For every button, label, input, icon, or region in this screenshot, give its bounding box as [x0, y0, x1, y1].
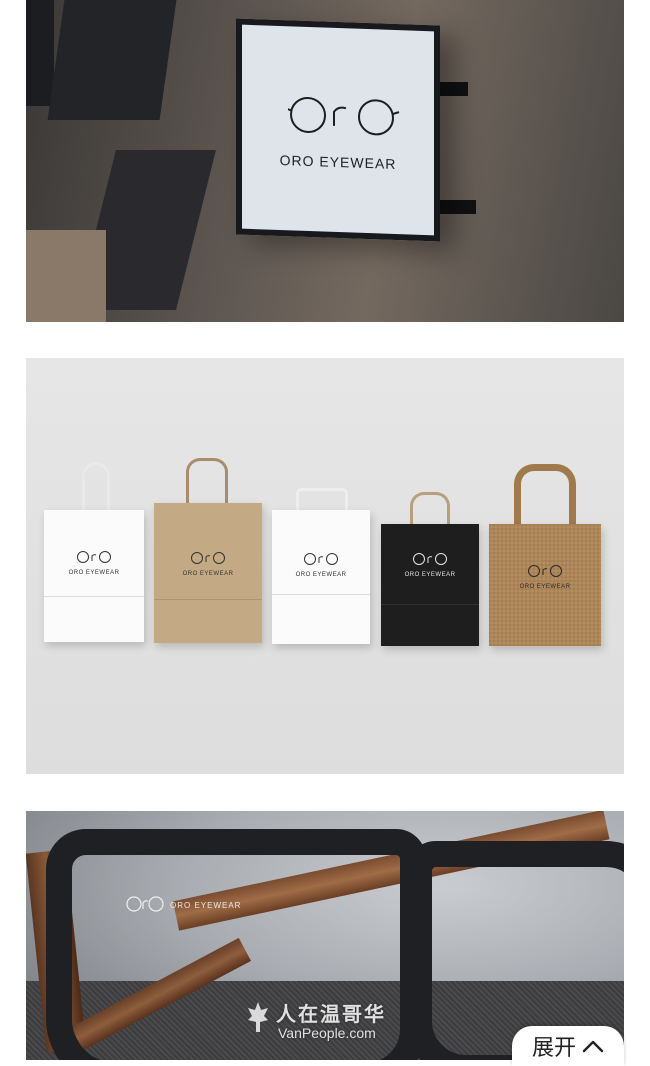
bag-label: ORO EYEWEAR [295, 572, 347, 578]
oro-logo-icon [528, 565, 562, 577]
bag-label: ORO EYEWEAR [68, 570, 120, 576]
sign-bracket [436, 200, 476, 214]
lens-print-text: ORO EYEWEAR [170, 901, 242, 910]
watermark-english: VanPeople.com [278, 1025, 376, 1041]
sign-board: ORO EYEWEAR [236, 18, 440, 242]
expand-button-label: 展开 [531, 1035, 576, 1060]
bag-handle [296, 488, 348, 512]
oro-logo-icon [304, 553, 338, 565]
bag-label: ORO EYEWEAR [182, 571, 234, 577]
oro-logo-icon [413, 553, 447, 565]
expand-button[interactable]: 展开 [512, 1026, 624, 1066]
bag-black-4: ORO EYEWEAR [381, 524, 479, 646]
bag-white-1: ORO EYEWEAR [44, 510, 144, 642]
bag-handle [186, 458, 228, 508]
building-eave [47, 0, 177, 120]
bag-handle [514, 464, 576, 528]
oro-logo-icon [77, 551, 111, 563]
bag-label: ORO EYEWEAR [404, 572, 456, 578]
shopping-bags-photo: ORO EYEWEAR ORO EYEWEAR ORO EYEWEAR ORO … [26, 358, 624, 774]
sign-bracket [436, 82, 468, 96]
bag-handle [82, 462, 110, 514]
bag-kraft-2: ORO EYEWEAR [154, 503, 262, 643]
oro-logo-icon [288, 96, 400, 136]
oro-logo-icon [191, 552, 225, 564]
oro-logo-icon [126, 896, 164, 912]
sign-brand-text: ORO EYEWEAR [279, 151, 397, 173]
bag-jute-5: ORO EYEWEAR [489, 524, 601, 646]
bag-white-3: ORO EYEWEAR [272, 510, 370, 644]
watermark-chinese: 人在温哥华 [276, 1004, 386, 1026]
building-eave [26, 0, 54, 106]
storefront-sign-photo: ORO EYEWEAR [26, 0, 624, 322]
maple-leaf-icon [248, 1002, 268, 1032]
chevron-up-icon [582, 1040, 604, 1053]
bag-label: ORO EYEWEAR [519, 584, 571, 590]
vanpeople-watermark: 人在温哥华 VanPeople.com [248, 998, 386, 1041]
bag-handle [410, 492, 450, 526]
